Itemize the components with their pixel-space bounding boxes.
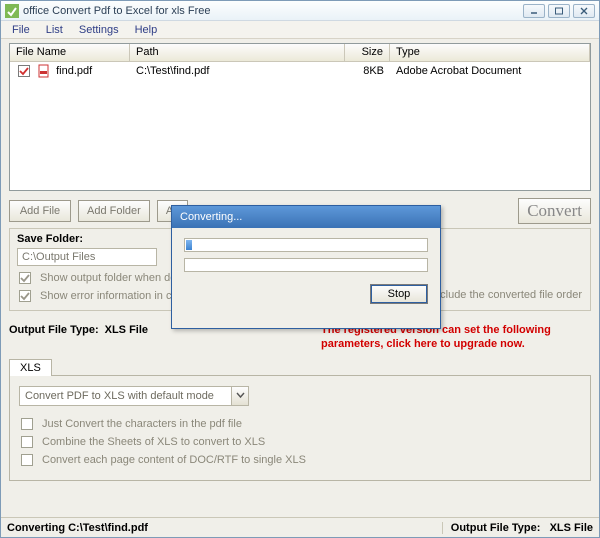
grid-header: File Name Path Size Type [10, 44, 590, 62]
chevron-down-icon[interactable] [231, 387, 248, 405]
maximize-button[interactable] [548, 4, 570, 18]
status-right: Output File Type: XLS File [442, 522, 593, 534]
statusbar: Converting C:\Test\find.pdf Output File … [1, 517, 599, 537]
main-window: office Convert Pdf to Excel for xls Free… [0, 0, 600, 538]
opt-combine-label: Combine the Sheets of XLS to convert to … [42, 436, 265, 448]
status-left: Converting C:\Test\find.pdf [7, 522, 148, 534]
stop-button[interactable]: Stop [370, 284, 428, 304]
tab-area: XLS Convert PDF to XLS with default mode… [9, 358, 591, 481]
opt-combine[interactable]: Combine the Sheets of XLS to convert to … [19, 436, 581, 448]
opt-show-folder-label: Show output folder when done [40, 272, 189, 284]
cell-file-name: find.pdf [10, 62, 130, 80]
mode-combo[interactable]: Convert PDF to XLS with default mode [19, 386, 249, 406]
progress-bar-2 [184, 258, 428, 272]
dialog-title: Converting... [172, 206, 440, 228]
checkbox-icon [21, 418, 33, 430]
progress-fill [186, 240, 192, 250]
tab-xls[interactable]: XLS [9, 359, 52, 376]
col-type[interactable]: Type [390, 44, 590, 61]
opt-each-page[interactable]: Convert each page content of DOC/RTF to … [19, 454, 581, 466]
checkbox-icon [21, 454, 33, 466]
titlebar: office Convert Pdf to Excel for xls Free [1, 1, 599, 21]
status-right-value: XLS File [550, 522, 593, 534]
col-size[interactable]: Size [345, 44, 390, 61]
save-path-field[interactable]: C:\Output Files [17, 248, 157, 266]
progress-bar-1 [184, 238, 428, 252]
checkbox-icon [21, 436, 33, 448]
col-file-name[interactable]: File Name [10, 44, 130, 61]
menu-list[interactable]: List [39, 23, 70, 37]
add-file-button[interactable]: Add File [9, 200, 71, 222]
file-grid[interactable]: File Name Path Size Type find.pdf C:\Tes… [9, 43, 591, 191]
window-title: office Convert Pdf to Excel for xls Free [23, 5, 523, 17]
convert-button[interactable]: Convert [518, 198, 591, 224]
cell-path: C:\Test\find.pdf [130, 63, 345, 79]
cell-size: 8KB [345, 63, 390, 79]
checkbox-icon [19, 290, 31, 302]
menu-file[interactable]: File [5, 23, 37, 37]
opt-just-chars[interactable]: Just Convert the characters in the pdf f… [19, 418, 581, 430]
opt-include-order-label: Include the converted file order [431, 289, 582, 301]
col-path[interactable]: Path [130, 44, 345, 61]
opt-each-page-label: Convert each page content of DOC/RTF to … [42, 454, 306, 466]
table-row[interactable]: find.pdf C:\Test\find.pdf 8KB Adobe Acro… [10, 62, 590, 80]
minimize-button[interactable] [523, 4, 545, 18]
output-type-value: XLS File [105, 324, 148, 336]
app-icon [5, 4, 19, 18]
converting-dialog: Converting... Stop [171, 205, 441, 329]
tab-body: Convert PDF to XLS with default mode Jus… [9, 375, 591, 481]
combo-selected: Convert PDF to XLS with default mode [20, 390, 231, 402]
opt-just-chars-label: Just Convert the characters in the pdf f… [42, 418, 242, 430]
dialog-body: Stop [172, 228, 440, 328]
menu-settings[interactable]: Settings [72, 23, 126, 37]
close-button[interactable] [573, 4, 595, 18]
menu-help[interactable]: Help [128, 23, 165, 37]
cell-type: Adobe Acrobat Document [390, 63, 590, 79]
output-type-label: Output File Type: [9, 324, 99, 336]
window-buttons [523, 4, 595, 18]
status-right-label: Output File Type: [451, 522, 541, 534]
row-checkbox[interactable] [18, 65, 30, 77]
pdf-icon [37, 64, 51, 78]
checkbox-icon [19, 272, 31, 284]
add-folder-button[interactable]: Add Folder [78, 200, 150, 222]
menubar: File List Settings Help [1, 21, 599, 39]
file-name-text: find.pdf [56, 65, 92, 77]
